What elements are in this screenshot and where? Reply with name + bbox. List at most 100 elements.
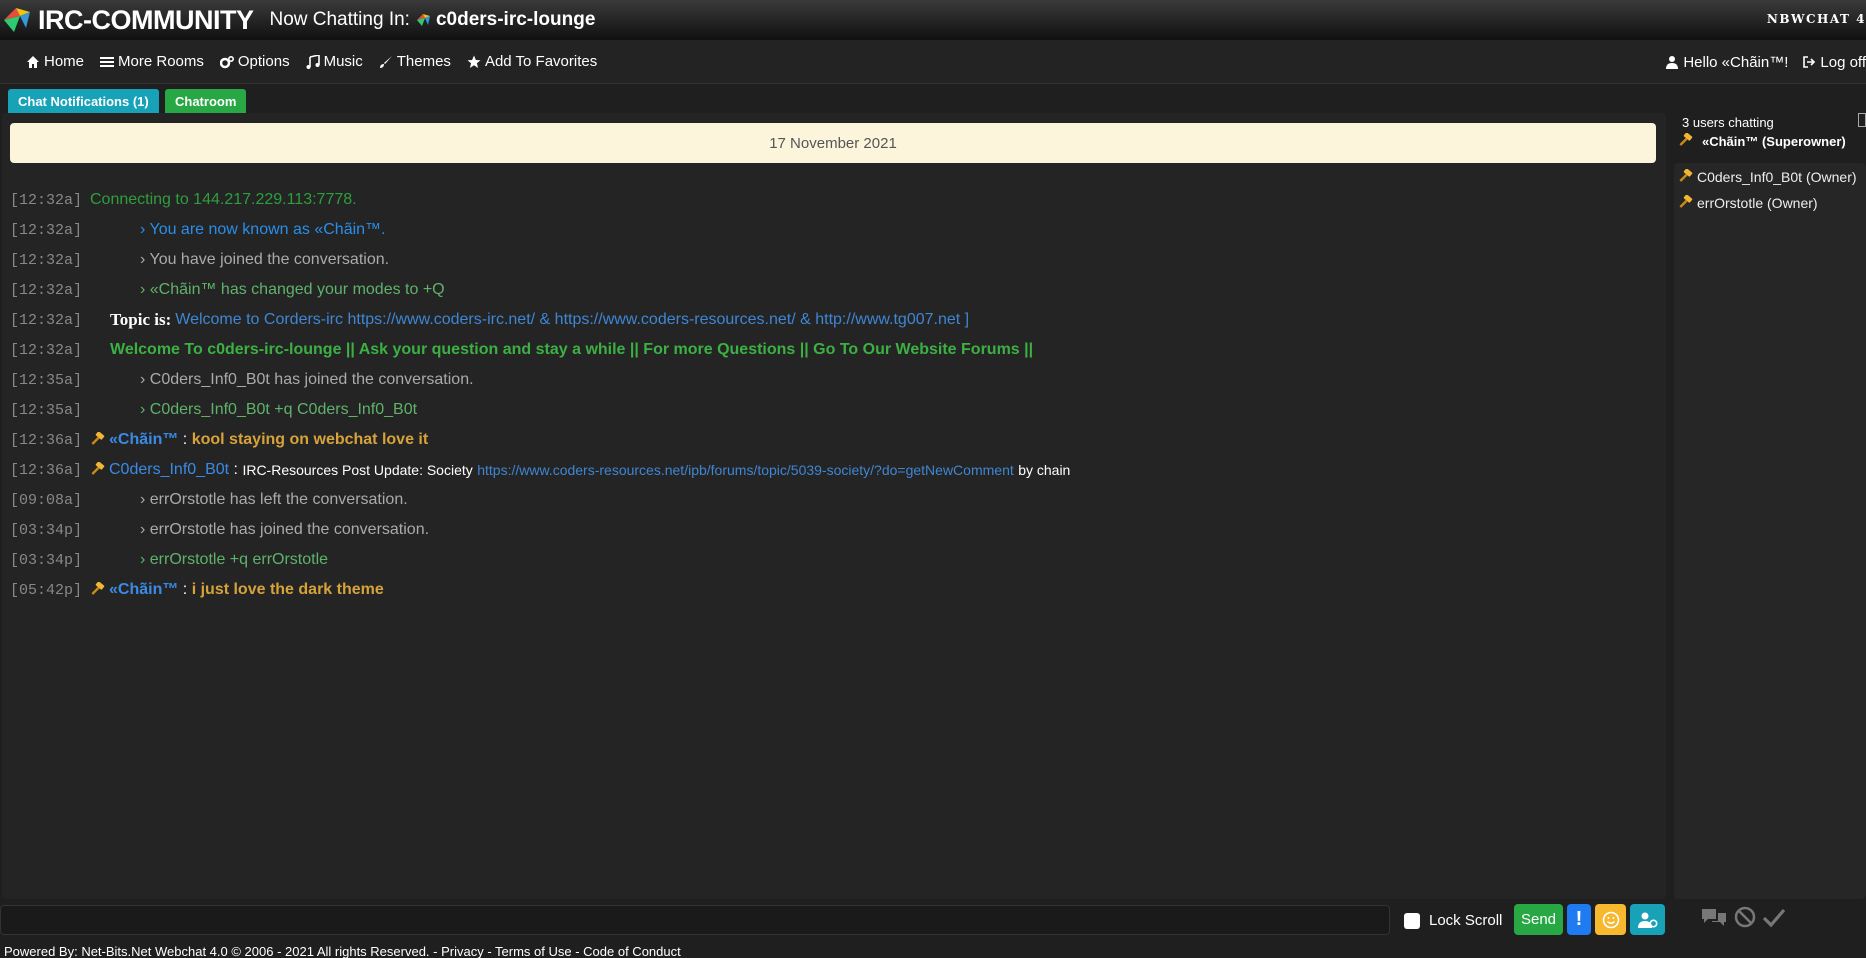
timestamp: [12:32a] — [10, 221, 83, 239]
topic-link-coders-resources[interactable]: https://www.coders-resources.net/ — [555, 311, 796, 329]
nav-logoff[interactable]: Log off — [1802, 54, 1866, 71]
superowner-name: «Chãin™ (Superowner) — [1702, 133, 1846, 149]
brand-version: NBWCHAT 4 — [1766, 12, 1866, 26]
gavel-icon — [1679, 169, 1693, 182]
nav-right: Hello «Chãin™! Log off — [1651, 40, 1866, 84]
nav-hello-label: Hello «Chãin™! — [1683, 53, 1789, 71]
message-separator: : — [233, 461, 238, 478]
message-input[interactable] — [0, 905, 1390, 935]
message-row: [12:35a] › C0ders_Inf0_B0t +q C0ders_Inf… — [10, 395, 1660, 425]
topic-label: Topic is: — [110, 310, 172, 329]
user-message-row: [05:42p] «Chãin™ : i just love the dark … — [10, 575, 1660, 605]
nav-home[interactable]: Home — [26, 53, 84, 70]
date-banner: 17 November 2021 — [10, 123, 1656, 163]
message-row: [12:32a] › You have joined the conversat… — [10, 245, 1660, 275]
room-logo-icon — [416, 14, 430, 26]
message-row: [09:08a] › errOrstotle has left the conv… — [10, 485, 1660, 515]
message-text: Connecting to 144.217.229.113:7778. — [90, 191, 357, 208]
brand-logo-icon — [4, 8, 30, 32]
gavel-icon — [91, 462, 105, 475]
user-list-item[interactable]: errOrstotle (Owner) — [1674, 191, 1866, 215]
topic-link-tg007[interactable]: http://www.tg007.net — [815, 311, 960, 329]
timestamp: [03:34p] — [10, 521, 83, 539]
nav-hello[interactable]: Hello «Chãin™! — [1665, 54, 1788, 71]
gavel-icon — [1679, 133, 1693, 146]
timestamp: [12:32a] — [10, 251, 83, 269]
lock-scroll-checkbox[interactable] — [1404, 912, 1420, 929]
timestamp: [03:34p] — [10, 551, 83, 569]
lock-scroll-label: Lock Scroll — [1429, 912, 1503, 929]
block-icon[interactable] — [1734, 906, 1756, 928]
brand-title: IRC-COMMUNITY — [38, 4, 254, 35]
message-row: [12:32a] › «Chãin™ has changed your mode… — [10, 275, 1660, 305]
message-text: kool staying on webchat love it — [191, 431, 429, 448]
topic-separator: & — [539, 311, 551, 328]
tab-chatroom[interactable]: Chatroom — [165, 89, 247, 113]
message-row: [03:34p] › errOrstotle +q errOrstotle — [10, 545, 1660, 575]
timestamp: [12:36a] — [10, 431, 83, 449]
user-sidebar: 3 users chatting «Chãin™ (Superowner) C0… — [1672, 113, 1866, 899]
topic-link-coders-irc[interactable]: https://www.coders-irc.net/ — [347, 311, 535, 329]
message-username[interactable]: «Chãin™ — [109, 431, 178, 449]
home-icon — [27, 55, 39, 68]
timestamp: [12:35a] — [10, 371, 83, 389]
nav-options-label: Options — [237, 53, 290, 70]
emoji-button[interactable] — [1595, 904, 1626, 935]
user-list: C0ders_Inf0_B0t (Owner) errOrstotle (Own… — [1674, 163, 1866, 899]
nav-themes[interactable]: Themes — [379, 53, 451, 70]
user-message-row: [12:36a] C0ders_Inf0_B0t : IRC-Resources… — [10, 455, 1660, 485]
nav-bar: Home More Rooms Options Music Themes Add… — [0, 40, 1866, 84]
message-link[interactable]: https://www.coders-resources.net/ipb/for… — [477, 462, 1014, 478]
topic-separator: & — [800, 311, 811, 328]
topic-text: Welcome to Corders-irc — [175, 311, 344, 328]
gavel-icon — [91, 432, 105, 445]
room-name: c0ders-irc-lounge — [435, 9, 596, 30]
message-text: IRC-Resources Post Update: Society — [242, 462, 473, 478]
nav-options[interactable]: Options — [219, 53, 290, 70]
nav-favorites[interactable]: Add To Favorites — [467, 53, 597, 70]
music-icon — [306, 54, 320, 69]
nav-music-label: Music — [323, 53, 363, 70]
message-username[interactable]: C0ders_Inf0_B0t — [109, 461, 229, 479]
alert-button[interactable]: ! — [1567, 904, 1591, 935]
message-list: [12:32a] Connecting to 144.217.229.113:7… — [10, 185, 1660, 605]
tab-chat-notifications[interactable]: Chat Notifications (1) — [8, 89, 159, 113]
gavel-icon — [1679, 195, 1693, 208]
title-bar: IRC-COMMUNITY Now Chatting In: c0ders-ir… — [0, 0, 1866, 40]
gavel-icon — [91, 582, 105, 595]
message-text: i just love the dark theme — [191, 581, 384, 598]
user-list-item-name: errOrstotle (Owner) — [1697, 195, 1818, 211]
now-chatting-label: Now Chatting In: — [269, 9, 410, 30]
message-row: [12:35a] › C0ders_Inf0_B0t has joined th… — [10, 365, 1660, 395]
panel-toggle-icon[interactable] — [1858, 113, 1866, 127]
message-separator: : — [182, 431, 188, 448]
nav-music[interactable]: Music — [306, 53, 363, 70]
nav-home-label: Home — [44, 53, 85, 70]
user-message-row: [12:36a] «Chãin™ : kool staying on webch… — [10, 425, 1660, 455]
nav-more-rooms[interactable]: More Rooms — [100, 53, 204, 70]
nav-logoff-label: Log off — [1820, 53, 1866, 71]
topic-row: [12:32a] Topic is: Welcome to Corders-ir… — [10, 305, 1660, 335]
user-list-item[interactable]: C0ders_Inf0_B0t (Owner) — [1674, 165, 1866, 189]
message-username[interactable]: «Chãin™ — [109, 581, 178, 599]
brush-icon — [379, 55, 392, 68]
send-button[interactable]: Send — [1514, 904, 1563, 935]
lock-scroll-toggle[interactable]: Lock Scroll — [1404, 912, 1502, 929]
timestamp: [09:08a] — [10, 491, 83, 509]
message-text: › You are now known as «Chãin™. — [140, 221, 386, 238]
timestamp: [12:32a] — [10, 311, 83, 329]
message-text: › You have joined the conversation. — [140, 251, 390, 268]
welcome-message: Welcome To c0ders-irc-lounge || Ask your… — [110, 341, 1034, 358]
user-action-button[interactable] — [1630, 904, 1665, 935]
topic-end: ] — [964, 311, 970, 328]
message-text: › errOrstotle has joined the conversatio… — [140, 521, 430, 538]
superowner-entry[interactable]: «Chãin™ (Superowner) — [1678, 133, 1846, 149]
message-text: › «Chãin™ has changed your modes to +Q — [140, 281, 445, 298]
user-settings-icon — [1637, 912, 1658, 928]
timestamp: [12:36a] — [10, 461, 83, 479]
now-chatting: Now Chatting In: c0ders-irc-lounge — [269, 9, 595, 31]
checkmark-icon[interactable] — [1762, 906, 1786, 928]
message-row: [03:34p] › errOrstotle has joined the co… — [10, 515, 1660, 545]
chat-bubbles-icon[interactable] — [1700, 906, 1728, 928]
logout-icon — [1803, 56, 1816, 68]
